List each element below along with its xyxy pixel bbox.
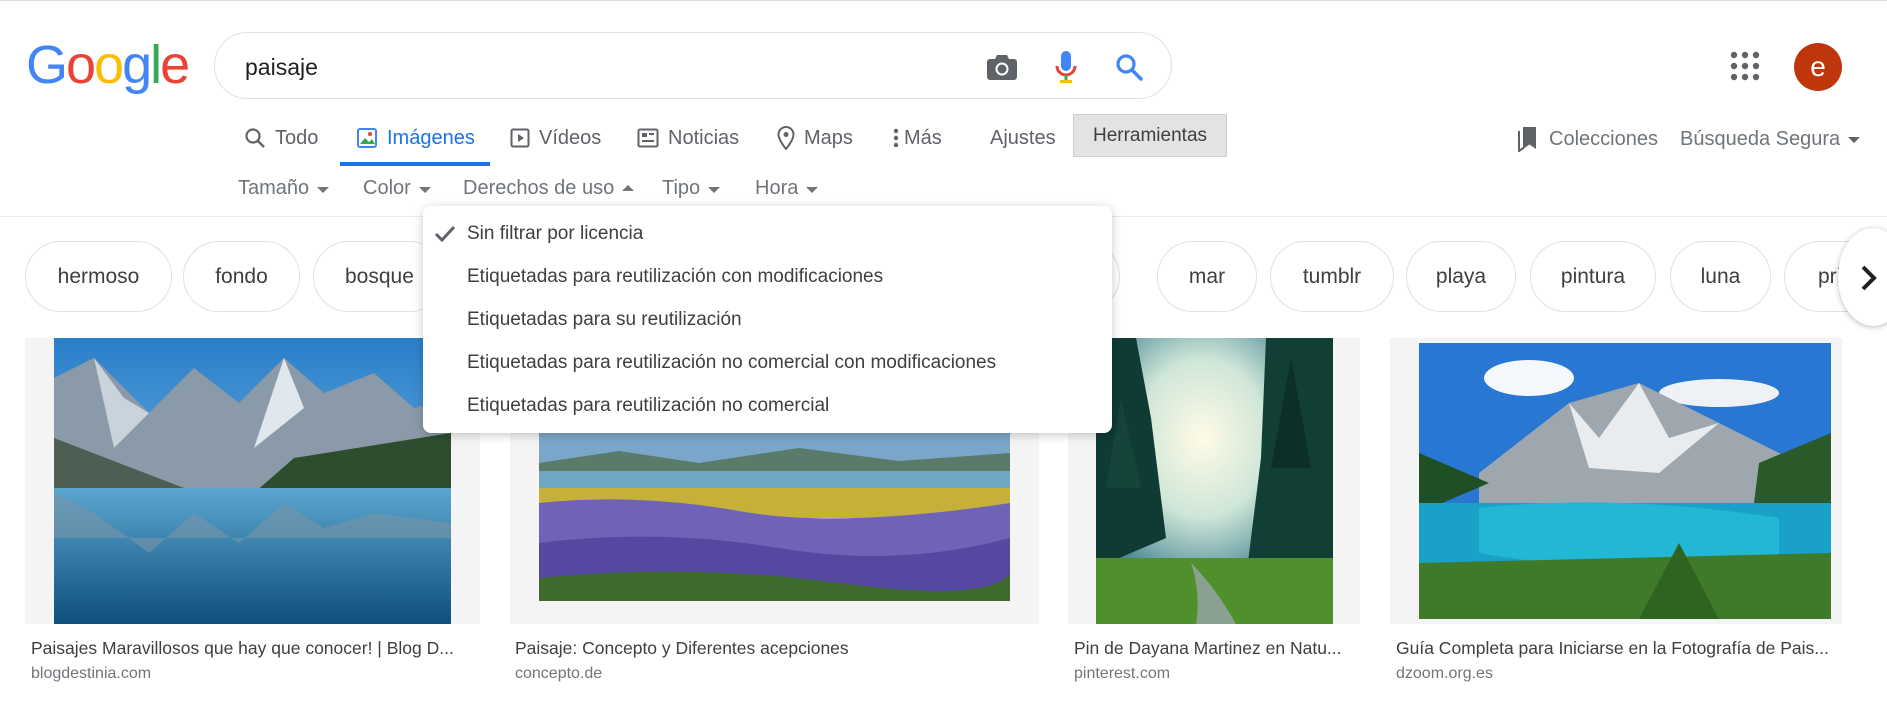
menu-item-reuse[interactable]: Etiquetadas para su reutilización bbox=[467, 309, 742, 331]
more-vert-icon bbox=[893, 128, 899, 148]
image-icon bbox=[356, 127, 378, 149]
result-site[interactable]: dzoom.org.es bbox=[1396, 665, 1493, 683]
safe-search-label: Búsqueda Segura bbox=[1680, 127, 1841, 150]
search-icon bbox=[244, 127, 266, 149]
tab-label: Vídeos bbox=[539, 126, 602, 149]
menu-item-no-filter[interactable]: Sin filtrar por licencia bbox=[467, 223, 643, 245]
check-icon bbox=[434, 225, 456, 248]
chip-pintura[interactable]: pintura bbox=[1530, 241, 1656, 312]
filter-type[interactable]: Tipo bbox=[662, 177, 721, 200]
google-images-page: Google paisaje e Todo Imágenes Vídeos No… bbox=[0, 0, 1887, 708]
result-site[interactable]: blogdestinia.com bbox=[31, 665, 151, 683]
tab-mas[interactable]: Más bbox=[893, 123, 942, 153]
tab-noticias[interactable]: Noticias bbox=[637, 123, 739, 153]
filter-label: Color bbox=[363, 177, 411, 199]
filter-label: Tipo bbox=[662, 177, 701, 199]
chip-hermoso[interactable]: hermoso bbox=[25, 241, 172, 312]
chip-tumblr[interactable]: tumblr bbox=[1270, 241, 1394, 312]
map-pin-icon bbox=[777, 126, 795, 150]
chip-mar[interactable]: mar bbox=[1157, 241, 1257, 312]
result-image[interactable] bbox=[54, 338, 451, 624]
safe-search-dropdown[interactable]: Búsqueda Segura bbox=[1680, 124, 1861, 154]
play-icon bbox=[510, 128, 530, 148]
top-border bbox=[0, 0, 1887, 1]
menu-item-noncommercial[interactable]: Etiquetadas para reutilización no comerc… bbox=[467, 395, 829, 417]
result-image[interactable] bbox=[1419, 343, 1831, 619]
tab-maps[interactable]: Maps bbox=[777, 123, 853, 153]
tab-label: Maps bbox=[804, 126, 853, 149]
apps-grid-icon[interactable] bbox=[1730, 51, 1760, 81]
collections-link[interactable]: Colecciones bbox=[1517, 124, 1658, 154]
result-title[interactable]: Paisajes Maravillosos que hay que conoce… bbox=[31, 638, 479, 659]
result-title[interactable]: Guía Completa para Iniciarse en la Fotog… bbox=[1396, 638, 1846, 659]
news-icon bbox=[637, 128, 659, 148]
tab-imagenes[interactable]: Imágenes bbox=[356, 123, 475, 153]
menu-item-noncommercial-modify[interactable]: Etiquetadas para reutilización no comerc… bbox=[467, 352, 996, 374]
tab-label: Noticias bbox=[668, 126, 740, 149]
caret-down-icon bbox=[418, 186, 431, 193]
filter-label: Tamaño bbox=[238, 177, 310, 199]
tab-label: Más bbox=[904, 126, 942, 149]
caret-down-icon bbox=[806, 186, 819, 193]
usage-rights-menu: Sin filtrar por licencia Etiquetadas par… bbox=[423, 206, 1112, 433]
filter-label: Derechos de uso bbox=[463, 177, 615, 199]
tab-label: Imágenes bbox=[387, 126, 475, 149]
tab-todo[interactable]: Todo bbox=[244, 123, 318, 153]
filter-usage-rights[interactable]: Derechos de uso bbox=[463, 177, 635, 200]
caret-up-icon bbox=[622, 184, 635, 191]
menu-item-reuse-modify[interactable]: Etiquetadas para reutilización con modif… bbox=[467, 266, 883, 288]
filter-time[interactable]: Hora bbox=[755, 177, 819, 200]
filter-color[interactable]: Color bbox=[363, 177, 431, 200]
result-site[interactable]: pinterest.com bbox=[1074, 665, 1170, 683]
search-input[interactable]: paisaje bbox=[245, 54, 318, 81]
search-icon[interactable] bbox=[1112, 50, 1146, 84]
result-image[interactable] bbox=[1096, 338, 1333, 624]
tab-label: Todo bbox=[275, 126, 319, 149]
caret-down-icon bbox=[1848, 137, 1861, 143]
collections-label: Colecciones bbox=[1549, 127, 1658, 150]
chevron-right-icon bbox=[1860, 264, 1878, 297]
result-title[interactable]: Paisaje: Concepto y Diferentes acepcione… bbox=[515, 638, 1035, 659]
chip-playa[interactable]: playa bbox=[1406, 241, 1516, 312]
mic-icon[interactable] bbox=[1049, 50, 1083, 84]
caret-down-icon bbox=[317, 186, 330, 193]
tab-videos[interactable]: Vídeos bbox=[510, 123, 601, 153]
google-logo[interactable]: Google bbox=[26, 36, 190, 94]
settings-link[interactable]: Ajustes bbox=[990, 123, 1056, 153]
bookmark-icon bbox=[1517, 126, 1539, 152]
camera-icon[interactable] bbox=[985, 50, 1019, 84]
chip-fondo[interactable]: fondo bbox=[183, 241, 300, 312]
result-title[interactable]: Pin de Dayana Martinez en Natu... bbox=[1074, 638, 1359, 659]
caret-down-icon bbox=[708, 186, 721, 193]
chip-luna[interactable]: luna bbox=[1670, 241, 1771, 312]
result-image[interactable] bbox=[539, 433, 1010, 601]
result-site[interactable]: concepto.de bbox=[515, 665, 602, 683]
filter-size[interactable]: Tamaño bbox=[238, 177, 330, 200]
filter-label: Hora bbox=[755, 177, 799, 199]
active-tab-indicator bbox=[340, 162, 490, 166]
avatar[interactable]: e bbox=[1794, 43, 1842, 91]
search-box[interactable]: paisaje bbox=[214, 32, 1172, 99]
tools-button[interactable]: Herramientas bbox=[1073, 114, 1227, 157]
